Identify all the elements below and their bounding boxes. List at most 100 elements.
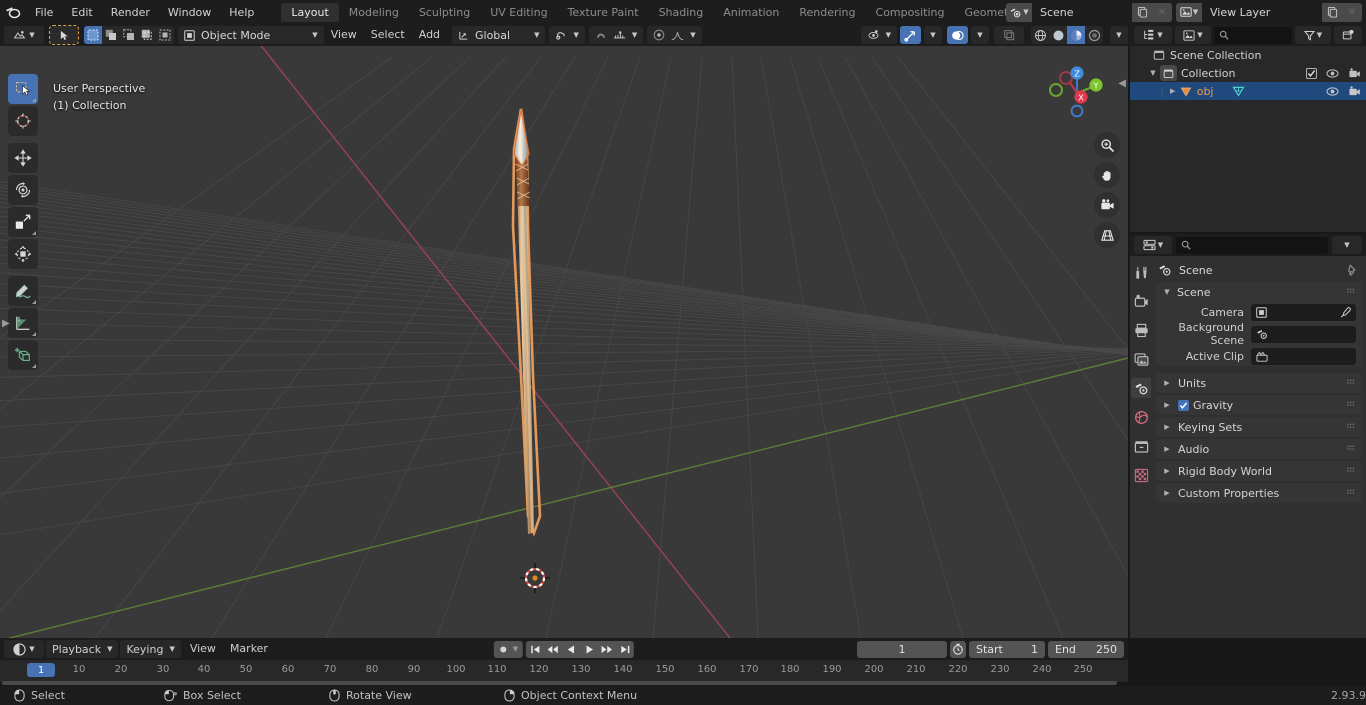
properties-tab-tool[interactable] bbox=[1131, 262, 1151, 282]
select-extend-icon[interactable] bbox=[102, 26, 120, 44]
timeline-menu-marker[interactable]: Marker bbox=[223, 640, 275, 658]
menu-render[interactable]: Render bbox=[102, 3, 159, 22]
timeline-editor-type-button[interactable]: ▼ bbox=[4, 640, 44, 658]
view-layer-name-field[interactable]: View Layer bbox=[1202, 2, 1322, 22]
view-layer-selector[interactable]: ▼ View Layer ✕ bbox=[1176, 2, 1362, 22]
select-intersect-icon[interactable] bbox=[156, 26, 174, 44]
tool-measure[interactable] bbox=[8, 308, 38, 338]
pin-icon[interactable] bbox=[1346, 264, 1358, 276]
timeline-scrubbing-area[interactable]: 1 10 20 30 40 50 60 70 80 90 100 110 120… bbox=[0, 660, 1128, 682]
tool-scale[interactable] bbox=[8, 207, 38, 237]
viewport-menu-select[interactable]: Select bbox=[364, 26, 412, 44]
new-view-layer-button[interactable] bbox=[1322, 2, 1342, 22]
properties-tab-scene[interactable] bbox=[1131, 378, 1151, 398]
cursor-mode-button[interactable] bbox=[49, 25, 79, 45]
viewport-menu-add[interactable]: Add bbox=[412, 26, 447, 44]
tool-rotate[interactable] bbox=[8, 175, 38, 205]
jump-to-start-button[interactable] bbox=[526, 641, 544, 658]
panel-keying-sets[interactable]: ▶ Keying Sets bbox=[1156, 417, 1362, 437]
select-set-icon[interactable] bbox=[84, 26, 102, 44]
tool-cursor[interactable] bbox=[8, 106, 38, 136]
panel-audio[interactable]: ▶ Audio bbox=[1156, 439, 1362, 459]
next-keyframe-button[interactable] bbox=[598, 641, 616, 658]
navigation-gizmo[interactable]: Z Y X bbox=[1048, 64, 1106, 122]
proportional-falloff-group[interactable]: ▼ bbox=[647, 26, 702, 44]
menu-file[interactable]: File bbox=[26, 3, 62, 22]
eye-icon[interactable] bbox=[1326, 68, 1339, 79]
sidebar-collapse-arrow[interactable]: ◀ bbox=[1118, 78, 1126, 89]
zoom-icon[interactable] bbox=[1094, 132, 1120, 158]
shading-wireframe-icon[interactable] bbox=[1031, 26, 1049, 44]
properties-editor-type-button[interactable]: ▼ bbox=[1134, 236, 1172, 254]
playhead[interactable]: 1 bbox=[27, 663, 55, 677]
expand-triangle[interactable]: ▼ bbox=[1148, 69, 1158, 77]
properties-tab-texture[interactable] bbox=[1131, 465, 1151, 485]
properties-search-input[interactable] bbox=[1176, 236, 1328, 254]
visibility-selector[interactable]: ▼ bbox=[860, 26, 897, 44]
panel-gravity[interactable]: ▶ Gravity bbox=[1156, 395, 1362, 415]
blender-logo-icon[interactable] bbox=[0, 0, 26, 24]
filter-button[interactable]: ▼ bbox=[1295, 26, 1331, 44]
overlays-toggle[interactable] bbox=[947, 26, 968, 44]
outliner-row-obj[interactable]: | ▶ obj bbox=[1130, 82, 1366, 100]
new-collection-button[interactable] bbox=[1334, 26, 1362, 44]
outliner-editor-type-button[interactable]: ▼ bbox=[1134, 26, 1172, 44]
workspace-tab-sculpting[interactable]: Sculpting bbox=[409, 3, 480, 22]
shading-rendered-icon[interactable] bbox=[1085, 26, 1103, 44]
transform-orientation-selector[interactable]: Global ▼ bbox=[452, 26, 546, 44]
remove-view-layer-button[interactable]: ✕ bbox=[1342, 2, 1362, 22]
tool-tweak-select[interactable] bbox=[8, 74, 38, 104]
tool-transform[interactable] bbox=[8, 239, 38, 269]
panel-scene-header[interactable]: ▼ Scene bbox=[1156, 282, 1362, 302]
tool-add-cube[interactable] bbox=[8, 340, 38, 370]
gizmo-dropdown[interactable]: ▼ bbox=[924, 26, 942, 44]
editor-type-selector[interactable]: ▼ bbox=[4, 26, 44, 44]
properties-tab-render[interactable] bbox=[1131, 291, 1151, 311]
camera-render-icon[interactable] bbox=[1348, 67, 1361, 79]
play-button[interactable] bbox=[580, 641, 598, 658]
menu-window[interactable]: Window bbox=[159, 3, 220, 22]
workspace-tab-uv-editing[interactable]: UV Editing bbox=[480, 3, 557, 22]
jump-to-end-button[interactable] bbox=[616, 641, 634, 658]
panel-units[interactable]: ▶ Units bbox=[1156, 373, 1362, 393]
auto-keyframe-toggle[interactable]: ▼ bbox=[493, 640, 524, 658]
camera-icon[interactable] bbox=[1094, 192, 1120, 218]
eye-icon[interactable] bbox=[1326, 86, 1339, 97]
play-reverse-button[interactable] bbox=[562, 641, 580, 658]
tool-annotate[interactable] bbox=[8, 276, 38, 306]
overlays-dropdown[interactable]: ▼ bbox=[971, 26, 989, 44]
mesh-data-icon[interactable] bbox=[1231, 85, 1245, 97]
workspace-tab-compositing[interactable]: Compositing bbox=[866, 3, 955, 22]
new-scene-button[interactable] bbox=[1132, 2, 1152, 22]
snap-toggle[interactable]: ▼ bbox=[549, 26, 585, 44]
properties-tab-view-layer[interactable] bbox=[1131, 349, 1151, 369]
hand-icon[interactable] bbox=[1094, 162, 1120, 188]
properties-options-button[interactable]: ▼ bbox=[1332, 236, 1362, 254]
prev-keyframe-button[interactable] bbox=[544, 641, 562, 658]
shading-solid-icon[interactable] bbox=[1049, 26, 1067, 44]
current-frame-field[interactable]: 1 bbox=[857, 640, 947, 658]
workspace-tab-shading[interactable]: Shading bbox=[649, 3, 714, 22]
shading-material-preview-icon[interactable] bbox=[1067, 26, 1085, 44]
outliner-row-collection[interactable]: ▼ Collection bbox=[1130, 64, 1366, 82]
keying-menu[interactable]: Keying ▼ bbox=[120, 640, 181, 658]
properties-tab-world[interactable] bbox=[1131, 407, 1151, 427]
camera-render-icon[interactable] bbox=[1348, 85, 1361, 97]
workspace-tab-layout[interactable]: Layout bbox=[281, 2, 339, 22]
unlink-scene-button[interactable]: ✕ bbox=[1152, 2, 1172, 22]
tool-move[interactable] bbox=[8, 143, 38, 173]
workspace-tab-texture-paint[interactable]: Texture Paint bbox=[558, 3, 649, 22]
end-frame-field[interactable]: End 250 bbox=[1048, 640, 1124, 658]
view-layer-icon[interactable]: ▼ bbox=[1176, 2, 1202, 22]
gravity-checkbox[interactable] bbox=[1178, 399, 1189, 411]
camera-field[interactable] bbox=[1251, 303, 1356, 321]
panel-rigid-body-world[interactable]: ▶ Rigid Body World bbox=[1156, 461, 1362, 481]
proportional-edit-group[interactable]: ▼ bbox=[588, 26, 644, 44]
menu-edit[interactable]: Edit bbox=[62, 3, 101, 22]
panel-custom-properties[interactable]: ▶ Custom Properties bbox=[1156, 483, 1362, 503]
workspace-tab-animation[interactable]: Animation bbox=[713, 3, 789, 22]
background-scene-field[interactable] bbox=[1251, 325, 1356, 343]
workspace-tab-modeling[interactable]: Modeling bbox=[339, 3, 409, 22]
mode-selector[interactable]: Object Mode ▼ bbox=[178, 26, 324, 44]
checkbox-icon[interactable] bbox=[1306, 67, 1317, 79]
